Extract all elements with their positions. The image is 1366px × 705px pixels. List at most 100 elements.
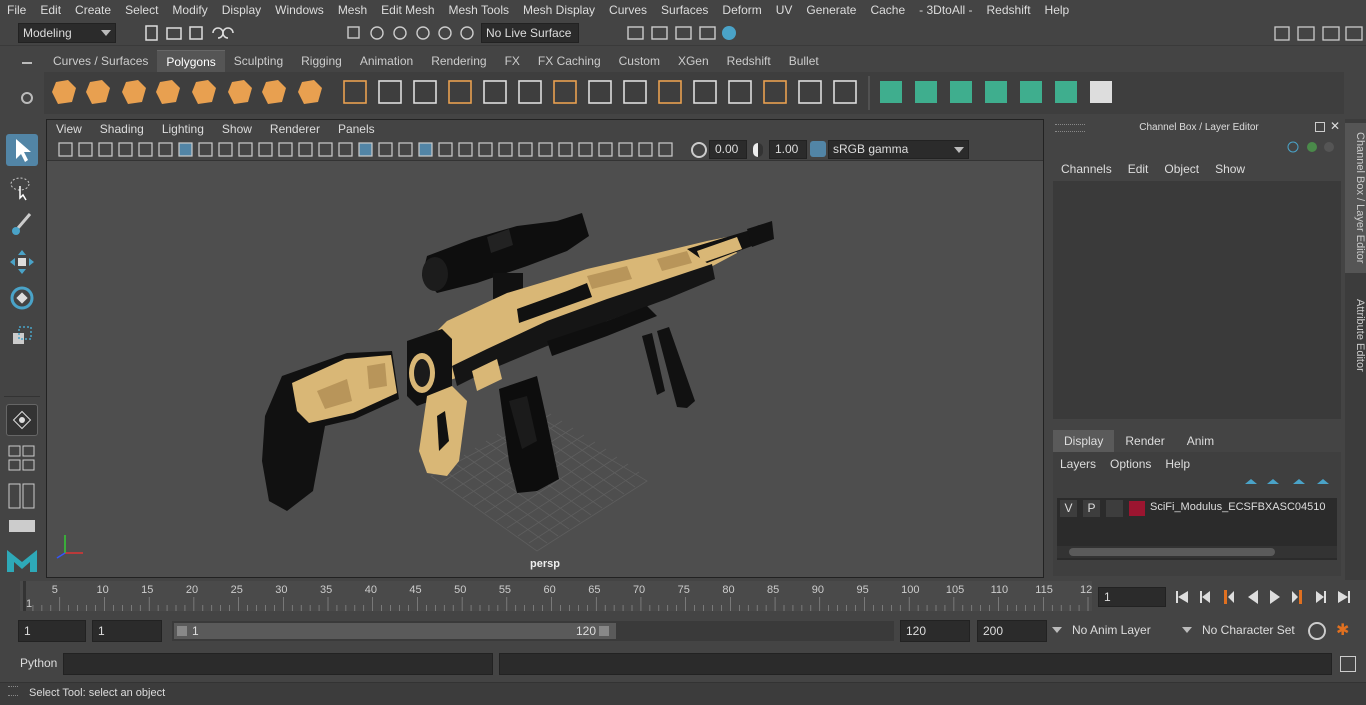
range-start-handle[interactable]	[177, 626, 187, 636]
exposure-icon[interactable]	[691, 142, 707, 158]
poly-edit-tool-icon[interactable]	[378, 80, 402, 104]
auto-key-icon[interactable]	[1308, 622, 1326, 640]
viewport-tool-icon[interactable]	[338, 142, 353, 157]
shelf-tab-bullet[interactable]: Bullet	[780, 50, 828, 72]
poly-edit-tool-icon[interactable]	[518, 80, 542, 104]
layer-type-toggle[interactable]	[1106, 500, 1123, 517]
poly-edit-tool-icon[interactable]	[588, 80, 612, 104]
viewport-menu-view[interactable]: View	[47, 120, 91, 139]
command-input[interactable]	[63, 653, 493, 675]
live-surface-field[interactable]: No Live Surface	[481, 23, 579, 43]
viewport-tool-icon[interactable]	[378, 142, 393, 157]
menu-item-create[interactable]: Create	[68, 0, 118, 20]
viewport-tool-icon[interactable]	[658, 142, 673, 157]
viewport-menu-show[interactable]: Show	[213, 120, 261, 139]
menu-item-3dtoall[interactable]: - 3DtoAll -	[912, 0, 979, 20]
shelf-tab-polygons[interactable]: Polygons	[157, 50, 225, 72]
time-ruler[interactable]: 1 5 10 15 20 25 30 35 40 45 50 55 60 65 70 75 80 85 90 95 10…	[20, 581, 1098, 611]
viewport-tool-icon[interactable]	[278, 142, 293, 157]
viewport-tool-icon[interactable]	[498, 142, 513, 157]
poly-primitive-icon[interactable]	[122, 80, 146, 104]
shelf-tab-sculpting[interactable]: Sculpting	[225, 50, 292, 72]
tab-channel-box[interactable]: Channel Box / Layer Editor	[1345, 123, 1366, 273]
tab-attribute-editor[interactable]: Attribute Editor	[1345, 285, 1366, 385]
poly-edit-tool-icon[interactable]	[413, 80, 437, 104]
viewport-tool-icon[interactable]	[258, 142, 273, 157]
viewport-tool-icon[interactable]	[438, 142, 453, 157]
viewport-tool-icon[interactable]	[358, 142, 373, 157]
layer-menu-layers[interactable]: Layers	[1053, 454, 1103, 474]
float-panel-icon[interactable]	[1315, 122, 1325, 132]
viewport-tool-icon[interactable]	[478, 142, 493, 157]
range-end-field[interactable]: 120	[900, 620, 970, 642]
poly-edit-tool-icon[interactable]	[763, 80, 787, 104]
rotate-tool-button[interactable]	[6, 282, 38, 314]
uv-tool-icon[interactable]	[1055, 81, 1077, 103]
color-space-dropdown[interactable]: sRGB gamma	[828, 140, 969, 159]
menu-item-mesh[interactable]: Mesh	[331, 0, 374, 20]
uv-tool-icon[interactable]	[880, 81, 902, 103]
shelf-tab-curves-surfaces[interactable]: Curves / Surfaces	[44, 50, 157, 72]
poly-primitive-icon[interactable]	[262, 80, 286, 104]
poly-primitive-icon[interactable]	[228, 80, 252, 104]
panel-grip[interactable]	[1055, 124, 1085, 132]
range-end-handle[interactable]	[599, 626, 609, 636]
cmd-language-label[interactable]: Python	[20, 656, 57, 670]
uv-tool-icon[interactable]	[950, 81, 972, 103]
layer-tab-anim[interactable]: Anim	[1176, 430, 1225, 452]
menu-item-edit-mesh[interactable]: Edit Mesh	[374, 0, 441, 20]
menu-item-mesh-tools[interactable]: Mesh Tools	[442, 0, 516, 20]
uv-tool-icon[interactable]	[985, 81, 1007, 103]
poly-edit-tool-icon[interactable]	[658, 80, 682, 104]
shelf-tab-fx-caching[interactable]: FX Caching	[529, 50, 610, 72]
layout-single-button[interactable]	[8, 516, 36, 536]
anim-prefs-icon[interactable]: ✱	[1336, 622, 1356, 640]
menu-item-cache[interactable]: Cache	[863, 0, 912, 20]
viewport-menu-lighting[interactable]: Lighting	[153, 120, 213, 139]
viewport-tool-icon[interactable]	[238, 142, 253, 157]
layer-menu-help[interactable]: Help	[1158, 454, 1197, 474]
exposure-field[interactable]: 0.00	[709, 140, 747, 159]
last-tool-button[interactable]	[6, 404, 38, 436]
viewport-tool-icon[interactable]	[558, 142, 573, 157]
layer-action-icons[interactable]	[1243, 475, 1333, 491]
poly-edit-tool-icon[interactable]	[833, 80, 857, 104]
poly-edit-tool-icon[interactable]	[798, 80, 822, 104]
shelf-tab-animation[interactable]: Animation	[351, 50, 422, 72]
shelf-tab-custom[interactable]: Custom	[610, 50, 669, 72]
viewport-tool-icon[interactable]	[138, 142, 153, 157]
poly-edit-tool-icon[interactable]	[483, 80, 507, 104]
layer-menu-options[interactable]: Options	[1103, 454, 1158, 474]
character-set-dropdown[interactable]: No Character Set	[1182, 621, 1302, 641]
poly-primitive-icon[interactable]	[192, 80, 216, 104]
close-icon[interactable]: ✕	[1330, 119, 1342, 133]
viewport-tool-icon[interactable]	[398, 142, 413, 157]
end-frame-field[interactable]: 200	[977, 620, 1047, 642]
viewport-tool-icon[interactable]	[618, 142, 633, 157]
poly-primitive-icon[interactable]	[298, 80, 322, 104]
menu-item-display[interactable]: Display	[215, 0, 268, 20]
menu-item-generate[interactable]: Generate	[799, 0, 863, 20]
viewport-tool-icon[interactable]	[458, 142, 473, 157]
viewport-tool-icon[interactable]	[598, 142, 613, 157]
menu-item-deform[interactable]: Deform	[715, 0, 768, 20]
poly-edit-tool-icon[interactable]	[448, 80, 472, 104]
menu-item-modify[interactable]: Modify	[165, 0, 214, 20]
layer-color-swatch[interactable]	[1129, 501, 1145, 516]
menu-item-redshift[interactable]: Redshift	[980, 0, 1038, 20]
gamma-icon[interactable]	[753, 143, 763, 157]
shelf-tab-fx[interactable]: FX	[496, 50, 529, 72]
viewport-menu-shading[interactable]: Shading	[91, 120, 153, 139]
menu-item-curves[interactable]: Curves	[602, 0, 654, 20]
viewport-tool-icon[interactable]	[198, 142, 213, 157]
select-tool-button[interactable]	[6, 134, 38, 166]
menu-item-file[interactable]: File	[0, 0, 33, 20]
gear-icon[interactable]	[21, 92, 33, 104]
menu-item-mesh-display[interactable]: Mesh Display	[516, 0, 602, 20]
range-track[interactable]: 1 120	[172, 621, 894, 641]
lasso-tool-button[interactable]	[6, 172, 38, 204]
uv-tool-icon[interactable]	[915, 81, 937, 103]
uv-tool-icon[interactable]	[1020, 81, 1042, 103]
viewport-tool-icon[interactable]	[218, 142, 233, 157]
script-editor-icon[interactable]	[1340, 656, 1356, 672]
